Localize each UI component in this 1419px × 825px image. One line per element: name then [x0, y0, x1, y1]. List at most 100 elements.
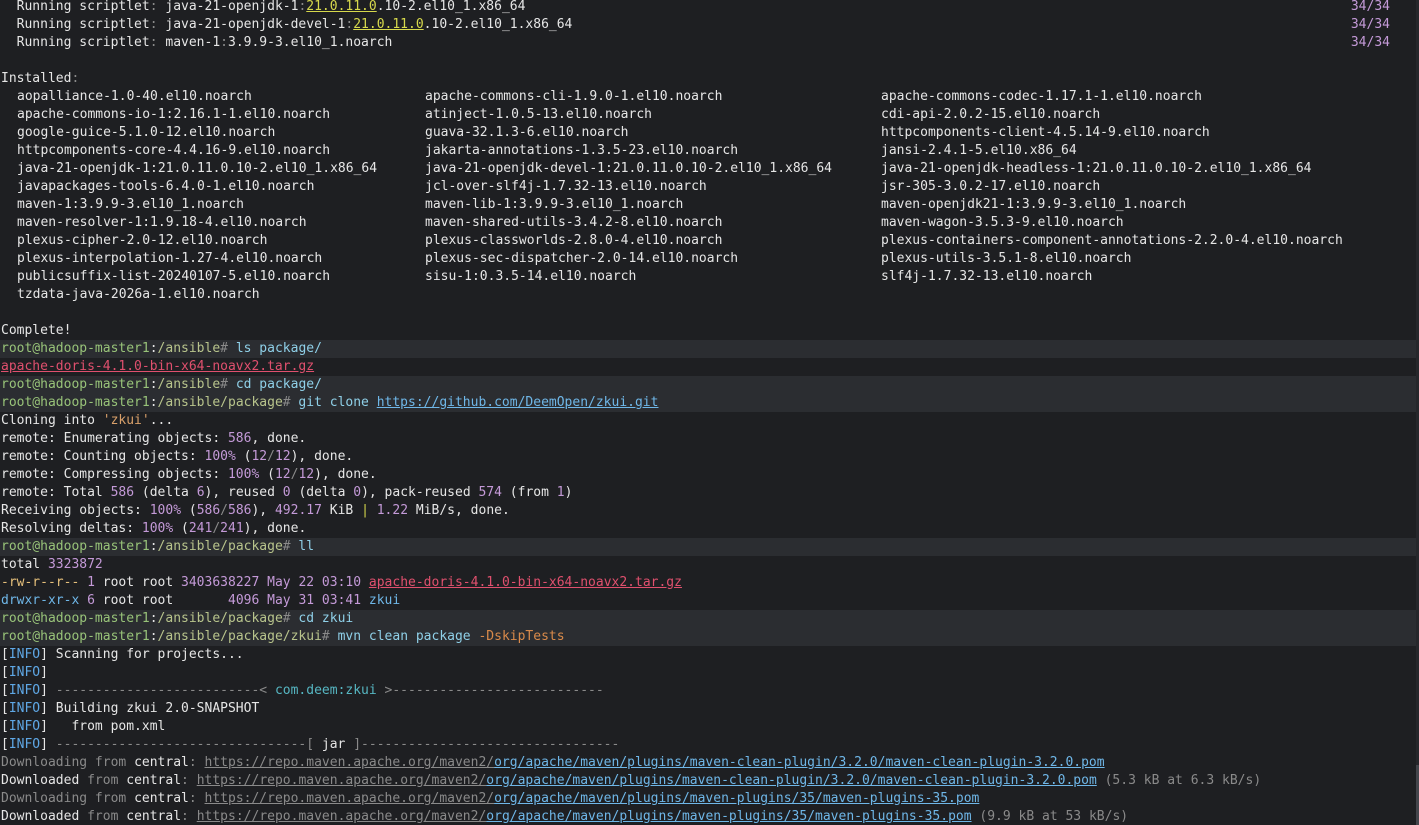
download-colon: :: [181, 773, 197, 788]
download-base-url[interactable]: https://repo.maven.apache.org/maven2/: [197, 773, 487, 788]
git-text: remote: Compressing objects:: [1, 467, 228, 482]
prompt-line[interactable]: root@hadoop-master1:/ansible/package/zku…: [0, 628, 1416, 646]
prompt-user-host: root@hadoop-master1: [1, 341, 150, 356]
download-base-url[interactable]: https://repo.maven.apache.org/maven2/: [205, 755, 495, 770]
download-base-url[interactable]: https://repo.maven.apache.org/maven2/: [205, 791, 495, 806]
installed-package: tzdata-java-2026a-1.el10.noarch: [17, 287, 260, 302]
download-path-url[interactable]: org/apache/maven/plugins/maven-plugins/3…: [486, 809, 971, 824]
maven-log-line: [INFO] Building zkui 2.0-SNAPSHOT: [1, 701, 260, 716]
git-number: 1.22: [368, 503, 409, 518]
prompt-colon: :: [149, 539, 158, 554]
download-verb: Downloaded: [1, 773, 80, 788]
git-number: 586: [228, 503, 252, 518]
download-base-url[interactable]: https://repo.maven.apache.org/maven2/: [197, 809, 487, 824]
log-divider: --------------------------------[: [47, 737, 322, 752]
packaging-type: jar: [321, 737, 346, 752]
archive-file[interactable]: apache-doris-4.1.0-bin-x64-noavx2.tar.gz: [1, 359, 314, 374]
prompt-hash: #: [220, 377, 228, 392]
ll-row: drwxr-xr-x 6 root root 4096 May 31 03:41…: [0, 592, 1416, 610]
prompt-line[interactable]: root@hadoop-master1:/ansible/package# cd…: [0, 610, 1416, 628]
git-slash: /: [212, 521, 221, 536]
file-date: May 31 03:41: [259, 593, 369, 608]
prompt-line[interactable]: root@hadoop-master1:/ansible# cd package…: [0, 376, 1416, 394]
git-slash: /: [220, 503, 228, 518]
installed-package: jakarta-annotations-1.3.5-23.el10.noarch: [425, 143, 739, 158]
download-colon: :: [188, 791, 205, 806]
download-verb: Downloading: [1, 755, 88, 770]
scriptlet-line: Running scriptlet: java-21-openjdk-devel…: [0, 16, 1416, 34]
log-level-tag: INFO: [8, 719, 41, 734]
installed-package: maven-wagon-3.5.3-9.el10.noarch: [881, 215, 1124, 230]
scriptlet-line: Running scriptlet: java-21-openjdk-1:21.…: [0, 0, 1416, 16]
installed-package: plexus-classworlds-2.8.0-4.el10.noarch: [425, 233, 723, 248]
installed-row: maven-resolver-1:1.9.18-4.el10.noarch mav…: [0, 214, 1416, 232]
download-stat: (9.9 kB at 53 kB/s): [971, 809, 1129, 824]
complete-line: Complete!: [0, 322, 1416, 340]
prompt-user-host: root@hadoop-master1: [1, 611, 150, 626]
installed-package: apache-commons-cli-1.9.0-1.el10.noarch: [425, 89, 723, 104]
installed-row: httpcomponents-core-4.4.16-9.el10.noarch…: [0, 142, 1416, 160]
scriptlet-sep: :: [149, 0, 158, 14]
file-name[interactable]: apache-doris-4.1.0-bin-x64-noavx2.tar.gz: [369, 575, 682, 590]
installed-header: Installed:: [0, 70, 1416, 88]
installed-row: publicsuffix-list-20240107-5.el10.noarch…: [0, 268, 1416, 286]
git-number: 586: [196, 503, 221, 518]
git-number: 0: [282, 485, 291, 500]
installed-label: Installed: [1, 71, 72, 86]
git-text: Cloning into: [1, 413, 103, 428]
download-verb: Downloaded: [1, 809, 80, 824]
prompt-path: /ansible: [157, 377, 221, 392]
log-level-tag: INFO: [8, 737, 41, 752]
git-text: , done.: [251, 431, 307, 446]
download-path-url[interactable]: org/apache/maven/plugins/maven-clean-plu…: [486, 773, 1096, 788]
download-path-url[interactable]: org/apache/maven/plugins/maven-plugins/3…: [494, 791, 979, 806]
installed-package: plexus-containers-component-annotations-…: [881, 233, 1343, 248]
directory-name[interactable]: zkui: [369, 593, 400, 608]
installed-package: plexus-cipher-2.0-12.el10.noarch: [17, 233, 268, 248]
scriptlet-colon: :: [220, 35, 228, 50]
download-line: Downloaded from central: https://repo.ma…: [0, 808, 1416, 825]
git-slash: /: [267, 449, 275, 464]
git-output-line: Receiving objects: 100% (586/586), 492.1…: [0, 502, 1416, 520]
prompt-user-host: root@hadoop-master1: [1, 629, 150, 644]
download-path-url[interactable]: org/apache/maven/plugins/maven-clean-plu…: [494, 755, 1104, 770]
file-date: May 22 03:10: [259, 575, 369, 590]
scriptlet-prefix: Running scriptlet: [1, 17, 150, 32]
installed-package: maven-lib-1:3.9.9-3.el10_1.noarch: [425, 197, 684, 212]
installed-row: javapackages-tools-6.4.0-1.el10.noarch jc…: [0, 178, 1416, 196]
prompt-line[interactable]: root@hadoop-master1:/ansible/package# gi…: [0, 394, 1416, 412]
maven-log-line: [INFO] --------------------------< com.d…: [1, 683, 604, 698]
installed-package: java-21-openjdk-devel-1:21.0.11.0.10-2.e…: [425, 161, 832, 176]
installed-package: maven-shared-utils-3.4.2-8.el10.noarch: [425, 215, 723, 230]
installed-package: jansi-2.4.1-5.el10.x86_64: [881, 143, 1077, 158]
command-text: cd package/: [228, 377, 322, 392]
file-owner: root root: [94, 593, 228, 608]
command-text: cd zkui: [290, 611, 354, 626]
installed-package: aopalliance-1.0-40.el10.noarch: [17, 89, 252, 104]
prompt-line[interactable]: root@hadoop-master1:/ansible/package# ll: [0, 538, 1416, 556]
installed-package: maven-resolver-1:1.9.18-4.el10.noarch: [17, 215, 307, 230]
installed-row: java-21-openjdk-1:21.0.11.0.10-2.el10_1.…: [0, 160, 1416, 178]
installed-package: maven-openjdk21-1:3.9.9-3.el10_1.noarch: [881, 197, 1187, 212]
download-repo: central: [134, 755, 189, 770]
git-text: ), done.: [290, 449, 354, 464]
terminal-window[interactable]: Running scriptlet: java-21-openjdk-1:21.…: [0, 0, 1419, 825]
installed-package: httpcomponents-client-4.5.14-9.el10.noar…: [881, 125, 1210, 140]
prompt-colon: :: [149, 629, 158, 644]
file-permissions: -rw-r--r--: [1, 575, 80, 590]
ll-total-value: 3323872: [47, 557, 103, 572]
git-percent: 100%: [141, 521, 174, 536]
installed-row: plexus-interpolation-1.27-4.el10.noarch p…: [0, 250, 1416, 268]
prompt-path: /ansible/package: [157, 611, 283, 626]
git-repo-name: 'zkui': [102, 413, 150, 428]
download-verb: Downloading: [1, 791, 88, 806]
scriptlet-progress: 34/34: [1350, 17, 1390, 32]
installed-row: plexus-cipher-2.0-12.el10.noarch plexus-c…: [0, 232, 1416, 250]
git-text: (: [173, 521, 189, 536]
git-url-link[interactable]: https://github.com/DeemOpen/zkui.git: [377, 395, 659, 410]
log-divider: ]---------------------------------: [345, 737, 620, 752]
prompt-line[interactable]: root@hadoop-master1:/ansible# ls package…: [0, 340, 1416, 358]
prompt-user-host: root@hadoop-master1: [1, 539, 150, 554]
git-text: Receiving objects:: [1, 503, 150, 518]
command-text: mvn clean package: [329, 629, 479, 644]
